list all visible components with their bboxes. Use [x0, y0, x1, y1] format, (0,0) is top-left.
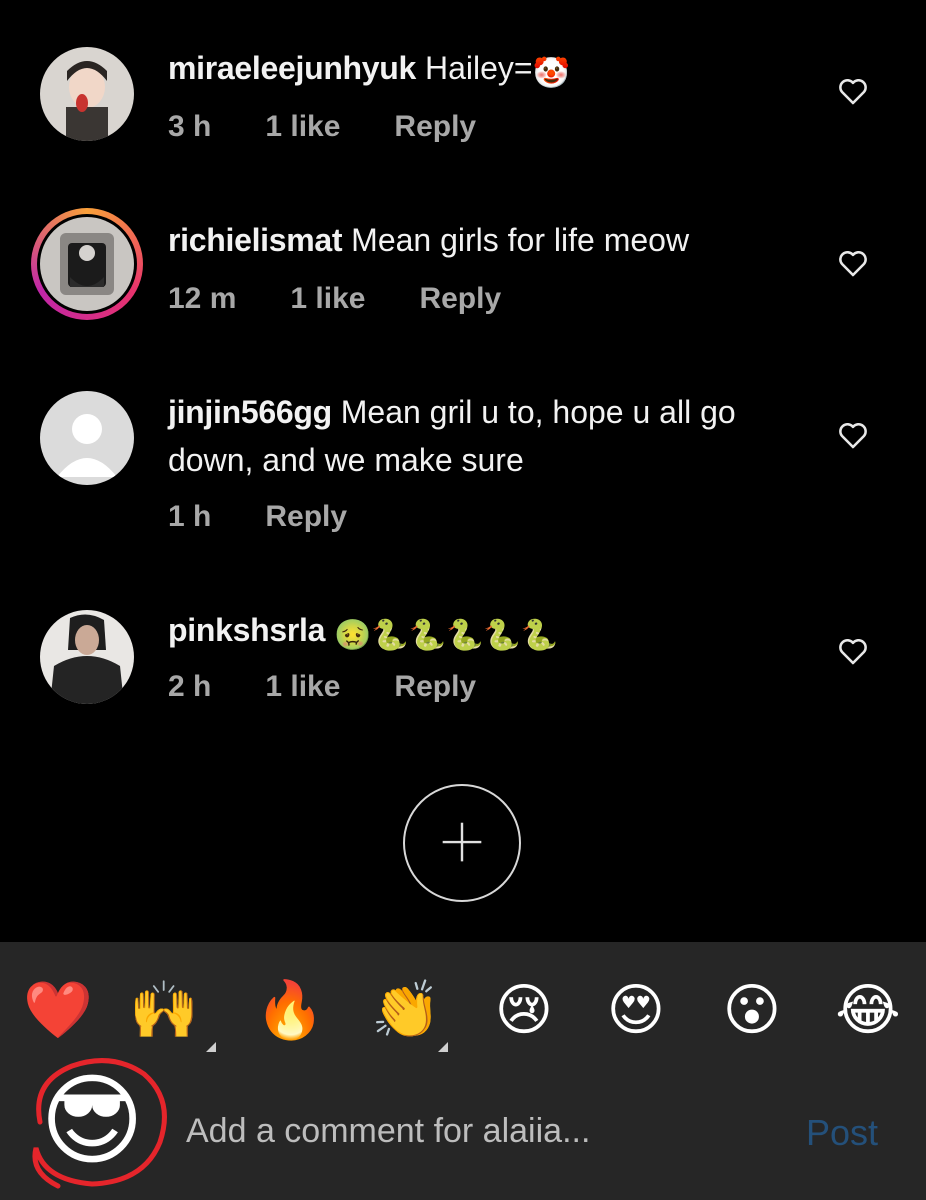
- comment-username[interactable]: miraeleejunhyuk: [168, 50, 416, 86]
- load-more-button[interactable]: [403, 784, 521, 902]
- reply-button[interactable]: Reply: [265, 500, 347, 534]
- comment-likes[interactable]: 1 like: [265, 670, 340, 704]
- reply-button[interactable]: Reply: [394, 670, 476, 704]
- comment-likes[interactable]: 1 like: [290, 282, 365, 316]
- comment-username[interactable]: jinjin566gg: [168, 394, 332, 430]
- reaction-fire-button[interactable]: 🔥: [250, 970, 330, 1050]
- reaction-crying-button[interactable]: 😢: [484, 970, 564, 1050]
- comment-body: Hailey=: [424, 50, 533, 86]
- avatar[interactable]: [40, 610, 134, 704]
- plus-icon: [442, 822, 482, 862]
- comment-time: 1 h: [168, 500, 212, 533]
- like-heart-icon[interactable]: [836, 418, 870, 452]
- nauseated-snake-emojis: 🤢🐍🐍🐍🐍🐍: [333, 619, 559, 652]
- comment-time: 2 h: [168, 670, 212, 703]
- comment-time: 12 m: [168, 282, 237, 315]
- comment-time: 3 h: [168, 110, 212, 143]
- clown-emoji: 🤡: [532, 57, 570, 90]
- comment-text: miraeleejunhyuk Hailey=🤡: [168, 44, 808, 98]
- self-avatar: 😎: [22, 1052, 172, 1192]
- comment-text: jinjin566gg Mean gril u to, hope u all g…: [168, 388, 808, 484]
- comment-text: pinkshsrla 🤢🐍🐍🐍🐍🐍: [168, 606, 808, 660]
- reaction-variants-indicator-icon: [206, 1042, 216, 1052]
- comment-username[interactable]: pinkshsrla: [168, 612, 325, 648]
- sunglasses-emoji: 😎: [40, 1065, 145, 1177]
- default-avatar[interactable]: [40, 391, 134, 485]
- story-ring[interactable]: [31, 208, 143, 320]
- comment-body: Mean girls for life meow: [351, 222, 690, 258]
- avatar[interactable]: [40, 47, 134, 141]
- comment-likes[interactable]: 1 like: [265, 110, 340, 144]
- post-button[interactable]: Post: [806, 1112, 878, 1154]
- avatar: [40, 217, 134, 311]
- reaction-variants-indicator-icon: [438, 1042, 448, 1052]
- reaction-surprised-button[interactable]: 😮: [712, 970, 792, 1050]
- reaction-heart-eyes-button[interactable]: 😍: [596, 970, 676, 1050]
- reply-button[interactable]: Reply: [394, 110, 476, 144]
- like-heart-icon[interactable]: [836, 74, 870, 108]
- reaction-laughing-button[interactable]: 😂: [828, 970, 908, 1050]
- reaction-raised-hands-button[interactable]: 🙌: [124, 970, 204, 1050]
- reaction-clap-button[interactable]: 👏: [366, 970, 446, 1050]
- like-heart-icon[interactable]: [836, 634, 870, 668]
- quick-reactions-bar: ❤️ 🙌 🔥 👏 😢 😍 😮 😂: [0, 970, 926, 1060]
- like-heart-icon[interactable]: [836, 246, 870, 280]
- comment-input[interactable]: [186, 1112, 786, 1151]
- comment-text: richielismat Mean girls for life meow: [168, 216, 808, 264]
- comment-username[interactable]: richielismat: [168, 222, 343, 258]
- reply-button[interactable]: Reply: [419, 282, 501, 316]
- reaction-heart-button[interactable]: ❤️: [18, 970, 98, 1050]
